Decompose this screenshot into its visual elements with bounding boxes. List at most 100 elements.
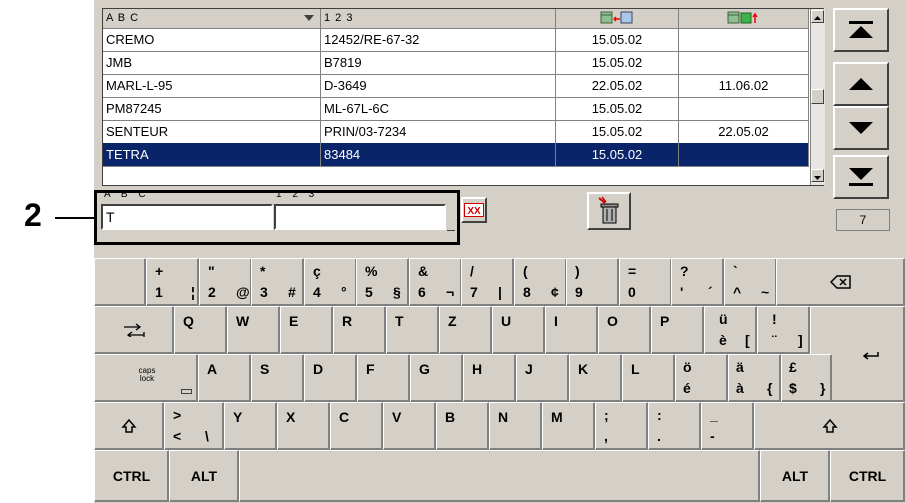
table-row[interactable]: SENTEUR PRIN/03-7234 15.05.02 22.05.02 bbox=[103, 120, 809, 144]
key-v[interactable]: V bbox=[383, 402, 436, 450]
previous-record-button[interactable] bbox=[833, 62, 889, 106]
key-q[interactable]: Q bbox=[174, 306, 227, 354]
cell-date-sent bbox=[679, 97, 809, 120]
key-0[interactable]: = 0 bbox=[619, 258, 672, 306]
key-g[interactable]: G bbox=[410, 354, 463, 402]
key-h[interactable]: H bbox=[463, 354, 516, 402]
key-e[interactable]: E bbox=[280, 306, 333, 354]
table-row[interactable]: MARL-L-95 D-3649 22.05.02 11.06.02 bbox=[103, 74, 809, 98]
code-filter-input[interactable] bbox=[274, 204, 446, 230]
key-r[interactable]: R bbox=[333, 306, 386, 354]
backspace-key[interactable] bbox=[776, 258, 905, 306]
calendar-in-icon bbox=[600, 11, 633, 24]
scroll-down-arrow[interactable] bbox=[811, 169, 824, 182]
scroll-thumb[interactable] bbox=[811, 89, 824, 104]
key-^[interactable]: ` ^ ~ bbox=[724, 258, 777, 306]
key-1[interactable]: +1 ¦ bbox=[146, 258, 199, 306]
backspace-icon bbox=[829, 275, 851, 289]
key-9[interactable]: ) 9 bbox=[566, 258, 619, 306]
key-f[interactable]: F bbox=[357, 354, 410, 402]
table-row[interactable]: TETRA 83484 15.05.02 bbox=[103, 143, 809, 167]
key-o-umlaut[interactable]: öé bbox=[675, 354, 728, 402]
table-row[interactable]: JMB B7819 15.05.02 bbox=[103, 51, 809, 75]
right-shift-key[interactable] bbox=[754, 402, 905, 450]
key-shift-char: ä bbox=[736, 359, 744, 375]
key-7[interactable]: / 7 | bbox=[461, 258, 514, 306]
table-scrollbar[interactable] bbox=[810, 9, 825, 185]
svg-text:XX: XX bbox=[467, 206, 481, 217]
table-row[interactable]: PM87245 ML-67L-6C 15.05.02 bbox=[103, 97, 809, 121]
key-d[interactable]: D bbox=[304, 354, 357, 402]
left-alt-key[interactable]: ALT bbox=[169, 450, 239, 502]
key-a-umlaut[interactable]: ä à { bbox=[728, 354, 781, 402]
key-6[interactable]: & 6 ¬ bbox=[409, 258, 462, 306]
key-char: H bbox=[472, 361, 483, 377]
key-char: 3 bbox=[260, 284, 268, 300]
key-a[interactable]: A bbox=[198, 354, 251, 402]
key-colon[interactable]: :. bbox=[648, 402, 701, 450]
column-header-date-sent[interactable] bbox=[679, 9, 809, 28]
column-header-code[interactable]: 1 2 3 bbox=[321, 9, 556, 28]
key-char: B bbox=[445, 409, 456, 425]
column-header-date-created[interactable] bbox=[556, 9, 679, 28]
key-w[interactable]: W bbox=[227, 306, 280, 354]
column-header-name[interactable]: A B C bbox=[103, 9, 321, 28]
key-b[interactable]: B bbox=[436, 402, 489, 450]
key-exclamation[interactable]: ! ¨] bbox=[757, 306, 810, 354]
key-3[interactable]: * 3 # bbox=[251, 258, 304, 306]
left-shift-key[interactable] bbox=[94, 402, 164, 450]
key-k[interactable]: K bbox=[569, 354, 622, 402]
key-o[interactable]: O bbox=[598, 306, 651, 354]
key-p[interactable]: P bbox=[651, 306, 704, 354]
key-char: ' bbox=[680, 284, 684, 300]
cell-code: B7819 bbox=[321, 51, 556, 74]
name-filter-input[interactable]: T bbox=[101, 204, 273, 230]
cell-name: CREMO bbox=[103, 28, 321, 51]
caps-lock-key[interactable]: caps lock bbox=[94, 354, 198, 402]
key-altgr-char: ] bbox=[798, 332, 803, 348]
key-altgr-char: ¢ bbox=[551, 284, 559, 300]
key-u[interactable]: U bbox=[492, 306, 545, 354]
delete-record-button[interactable] bbox=[587, 192, 631, 230]
key-shift-char: ! bbox=[772, 311, 777, 327]
key-i[interactable]: I bbox=[545, 306, 598, 354]
space-bar[interactable] bbox=[239, 450, 760, 502]
key-semicolon[interactable]: ;, bbox=[595, 402, 648, 450]
key-c[interactable]: C bbox=[330, 402, 383, 450]
scroll-up-arrow[interactable] bbox=[811, 10, 824, 23]
key-m[interactable]: M bbox=[542, 402, 595, 450]
key-x[interactable]: X bbox=[277, 402, 330, 450]
shift-icon bbox=[821, 418, 838, 433]
next-record-button[interactable] bbox=[833, 106, 889, 150]
key-l[interactable]: L bbox=[622, 354, 675, 402]
first-record-button[interactable] bbox=[833, 8, 889, 52]
key-char: à bbox=[736, 380, 744, 396]
clear-filter-button[interactable]: XX bbox=[461, 197, 487, 223]
right-ctrl-key[interactable]: CTRL bbox=[830, 450, 905, 502]
cell-date-sent bbox=[679, 28, 809, 51]
key-pound[interactable]: £ $} bbox=[781, 354, 832, 402]
right-alt-key[interactable]: ALT bbox=[760, 450, 830, 502]
last-record-button[interactable] bbox=[833, 155, 889, 199]
key-n[interactable]: N bbox=[489, 402, 542, 450]
table-row[interactable]: CREMO 12452/RE-67-32 15.05.02 bbox=[103, 28, 809, 52]
tab-key[interactable] bbox=[94, 306, 174, 354]
key-t[interactable]: T bbox=[386, 306, 439, 354]
arrow-up-icon bbox=[814, 16, 821, 20]
last-icon bbox=[849, 168, 873, 186]
key-j[interactable]: J bbox=[516, 354, 569, 402]
key-less-than[interactable]: > < \ bbox=[164, 402, 224, 450]
trash-icon bbox=[598, 196, 619, 224]
key-y[interactable]: Y bbox=[224, 402, 277, 450]
key-5[interactable]: % 5 § bbox=[356, 258, 409, 306]
key-z[interactable]: Z bbox=[439, 306, 492, 354]
key-s[interactable]: S bbox=[251, 354, 304, 402]
key-u-umlaut[interactable]: ü è [ bbox=[704, 306, 757, 354]
key-2[interactable]: " 2 @ bbox=[199, 258, 252, 306]
key-apos[interactable]: ? ' ´ bbox=[671, 258, 724, 306]
key-8[interactable]: (8 ¢ bbox=[514, 258, 567, 306]
key-underscore[interactable]: _ - bbox=[701, 402, 754, 450]
key-4[interactable]: ç 4 ° bbox=[304, 258, 357, 306]
left-ctrl-key[interactable]: CTRL bbox=[94, 450, 169, 502]
key-char: W bbox=[236, 313, 250, 329]
